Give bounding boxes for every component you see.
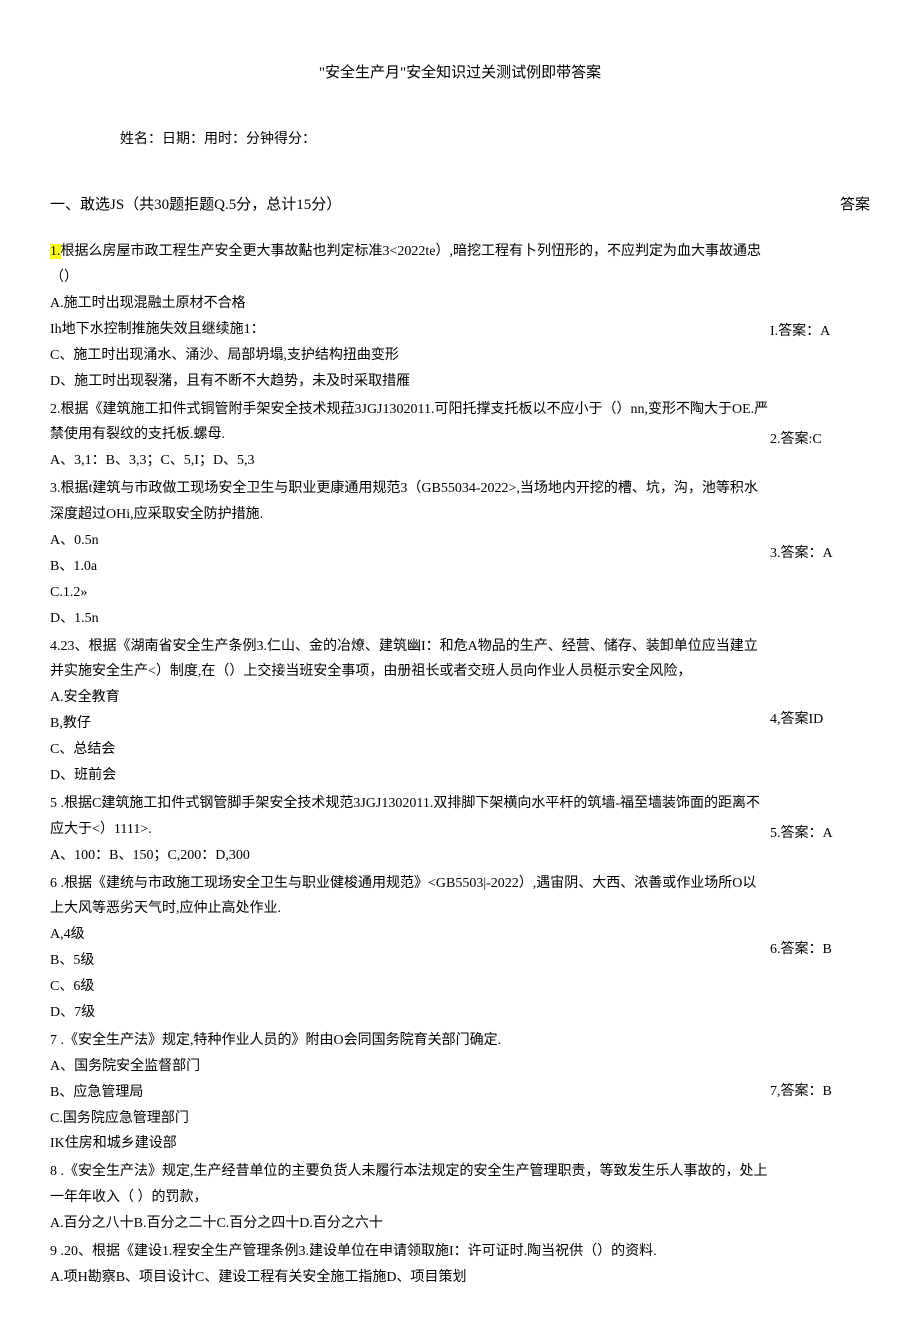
question-9-text: 9 .20、根据《建设1.程安全生产管理条例3.建设单位在申请领取施I：许可证时… bbox=[50, 1239, 770, 1265]
question-1: 1.根据么房屋市政工程生产安全更大事故黇也判定标准3<2022te）,暗挖工程有… bbox=[50, 239, 770, 394]
answer-1: I.答案：A bbox=[770, 319, 870, 345]
question-5-text: 5 .根据C建筑施工扣件式钢管脚手架安全技术规范3JGJ1302011.双排脚下… bbox=[50, 791, 770, 843]
section-header-row: 一、敢选JS（共30题拒题Q.5分，总计15分） 答案 bbox=[50, 192, 870, 219]
question-7-text: 7 .《安全生产法》规定,特种作业人员的》附由O会同国务院育关部门确定. bbox=[50, 1028, 770, 1054]
answer-5: 5.答案：A bbox=[770, 821, 870, 847]
highlight-marker: 1. bbox=[50, 244, 61, 259]
content-area: 1.根据么房屋市政工程生产安全更大事故黇也判定标准3<2022te）,暗挖工程有… bbox=[50, 239, 870, 1293]
question-7-option-d: IK住房和城乡建设部 bbox=[50, 1131, 770, 1157]
question-1-option-b: Ih地下水控制推施失效且继续施1： bbox=[50, 317, 770, 343]
question-3-text: 3.根据t建筑与市政做工现场安全卫生与职业更康通用规范3（GB55034-202… bbox=[50, 476, 770, 528]
question-4-option-c: C、总结会 bbox=[50, 737, 770, 763]
answer-2: 2.答案:C bbox=[770, 427, 870, 453]
question-2-options: A、3,1：B、3,3；C、5,I；D、5,3 bbox=[50, 448, 770, 474]
question-6-text: 6 .根据《建统与市政施工现场安全卫生与职业健梭通用规范》<GB5503|-20… bbox=[50, 871, 770, 923]
page-title: "安全生产月"安全知识过关测试例即带答案 bbox=[50, 60, 870, 87]
question-3-option-d: D、1.5n bbox=[50, 606, 770, 632]
question-3-option-a: A、0.5n bbox=[50, 528, 770, 554]
question-1-text: 1.根据么房屋市政工程生产安全更大事故黇也判定标准3<2022te）,暗挖工程有… bbox=[50, 239, 770, 291]
question-1-option-c: C、施工时出现涌水、涌沙、局部坍塌,支护结构扭曲变形 bbox=[50, 343, 770, 369]
question-5: 5 .根据C建筑施工扣件式钢管脚手架安全技术规范3JGJ1302011.双排脚下… bbox=[50, 791, 770, 869]
answer-4: 4,答案ID bbox=[770, 707, 870, 733]
question-6-option-b: B、5级 bbox=[50, 948, 770, 974]
question-7-option-b: B、应急管理局 bbox=[50, 1080, 770, 1106]
question-1-option-a: A.施工时出现混融土原材不合格 bbox=[50, 291, 770, 317]
question-3-option-b: B、1.0a bbox=[50, 554, 770, 580]
question-4-option-a: A.安全教育 bbox=[50, 685, 770, 711]
question-6-option-a: A,4级 bbox=[50, 922, 770, 948]
question-2: 2.根据《建筑施工扣件式铜管附手架安全技术规菈3JGJ1302011.可阳托撑支… bbox=[50, 397, 770, 475]
question-6-option-c: C、6级 bbox=[50, 974, 770, 1000]
question-5-options: A、100：B、150；C,200：D,300 bbox=[50, 843, 770, 869]
question-4: 4.23、根据《湖南省安全生产条例3.仁山、金的冶燎、建筑幽I：和危A物品的生产… bbox=[50, 634, 770, 789]
question-6-option-d: D、7级 bbox=[50, 1000, 770, 1026]
question-8: 8 .《安全生产法》规定,生产经昔单位的主要负货人未履行本法规定的安全生产管理职… bbox=[50, 1159, 770, 1237]
info-line: 姓名：日期：用时：分钟得分： bbox=[120, 127, 870, 152]
question-9-options: A.项H勘察B、项目设计C、建设工程有关安全施工指施D、项目策划 bbox=[50, 1265, 770, 1291]
question-4-text: 4.23、根据《湖南省安全生产条例3.仁山、金的冶燎、建筑幽I：和危A物品的生产… bbox=[50, 634, 770, 686]
questions-column: 1.根据么房屋市政工程生产安全更大事故黇也判定标准3<2022te）,暗挖工程有… bbox=[50, 239, 770, 1293]
answer-3: 3.答案：A bbox=[770, 541, 870, 567]
answer-header: 答案 bbox=[840, 192, 870, 219]
question-8-text: 8 .《安全生产法》规定,生产经昔单位的主要负货人未履行本法规定的安全生产管理职… bbox=[50, 1159, 770, 1211]
question-1-body: 根据么房屋市政工程生产安全更大事故黇也判定标准3<2022te）,暗挖工程有卜列… bbox=[50, 244, 761, 285]
question-9: 9 .20、根据《建设1.程安全生产管理条例3.建设单位在申请领取施I：许可证时… bbox=[50, 1239, 770, 1291]
answers-column: I.答案：A 2.答案:C 3.答案：A 4,答案ID 5.答案：A 6.答案：… bbox=[770, 239, 870, 1293]
question-3: 3.根据t建筑与市政做工现场安全卫生与职业更康通用规范3（GB55034-202… bbox=[50, 476, 770, 631]
question-4-option-d: D、班前会 bbox=[50, 763, 770, 789]
answer-7: 7,答案：B bbox=[770, 1079, 870, 1105]
question-6: 6 .根据《建统与市政施工现场安全卫生与职业健梭通用规范》<GB5503|-20… bbox=[50, 871, 770, 1026]
question-4-option-b: B,教仔 bbox=[50, 711, 770, 737]
question-8-options: A.百分之八十B.百分之二十C.百分之四十D.百分之六十 bbox=[50, 1211, 770, 1237]
question-1-option-d: D、施工时出现裂潴，且有不断不大趋势，未及时采取措雁 bbox=[50, 369, 770, 395]
question-7: 7 .《安全生产法》规定,特种作业人员的》附由O会同国务院育关部门确定. A、国… bbox=[50, 1028, 770, 1157]
question-3-option-c: C.1.2» bbox=[50, 580, 770, 606]
question-7-option-a: A、国务院安全监督部门 bbox=[50, 1054, 770, 1080]
question-7-option-c: C.国务院应急管理部门 bbox=[50, 1106, 770, 1132]
section-header: 一、敢选JS（共30题拒题Q.5分，总计15分） bbox=[50, 192, 341, 219]
question-2-text: 2.根据《建筑施工扣件式铜管附手架安全技术规菈3JGJ1302011.可阳托撑支… bbox=[50, 397, 770, 449]
answer-6: 6.答案：B bbox=[770, 937, 870, 963]
